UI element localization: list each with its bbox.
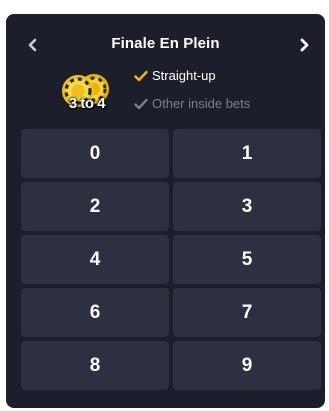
bet-type-label: Straight-up — [152, 68, 216, 83]
finale-en-plein-panel: Finale En Plein 3 to 4 Straight-up Other… — [6, 14, 325, 408]
next-bet-button[interactable] — [293, 34, 315, 56]
number-cell-8[interactable]: 8 — [21, 341, 169, 390]
payout-label: 3 to 4 — [68, 95, 106, 112]
number-cell-7[interactable]: 7 — [173, 288, 321, 337]
bet-type-straight-up: Straight-up — [134, 68, 216, 83]
number-cell-9[interactable]: 9 — [173, 341, 321, 390]
check-icon — [134, 98, 148, 109]
bet-type-other-inside: Other inside bets — [134, 96, 250, 111]
number-cell-1[interactable]: 1 — [173, 129, 321, 178]
bet-title: Finale En Plein — [111, 35, 220, 52]
number-cell-0[interactable]: 0 — [21, 129, 169, 178]
check-icon — [134, 70, 148, 81]
number-cell-6[interactable]: 6 — [21, 288, 169, 337]
number-cell-2[interactable]: 2 — [21, 182, 169, 231]
chevron-right-icon — [300, 38, 309, 52]
bet-type-label: Other inside bets — [152, 96, 251, 111]
number-cell-3[interactable]: 3 — [173, 182, 321, 231]
payout-badge: 3 to 4 — [56, 67, 118, 117]
number-cell-5[interactable]: 5 — [173, 235, 321, 284]
number-grid: 0 1 2 3 4 5 6 7 8 9 — [21, 129, 321, 390]
number-cell-4[interactable]: 4 — [21, 235, 169, 284]
